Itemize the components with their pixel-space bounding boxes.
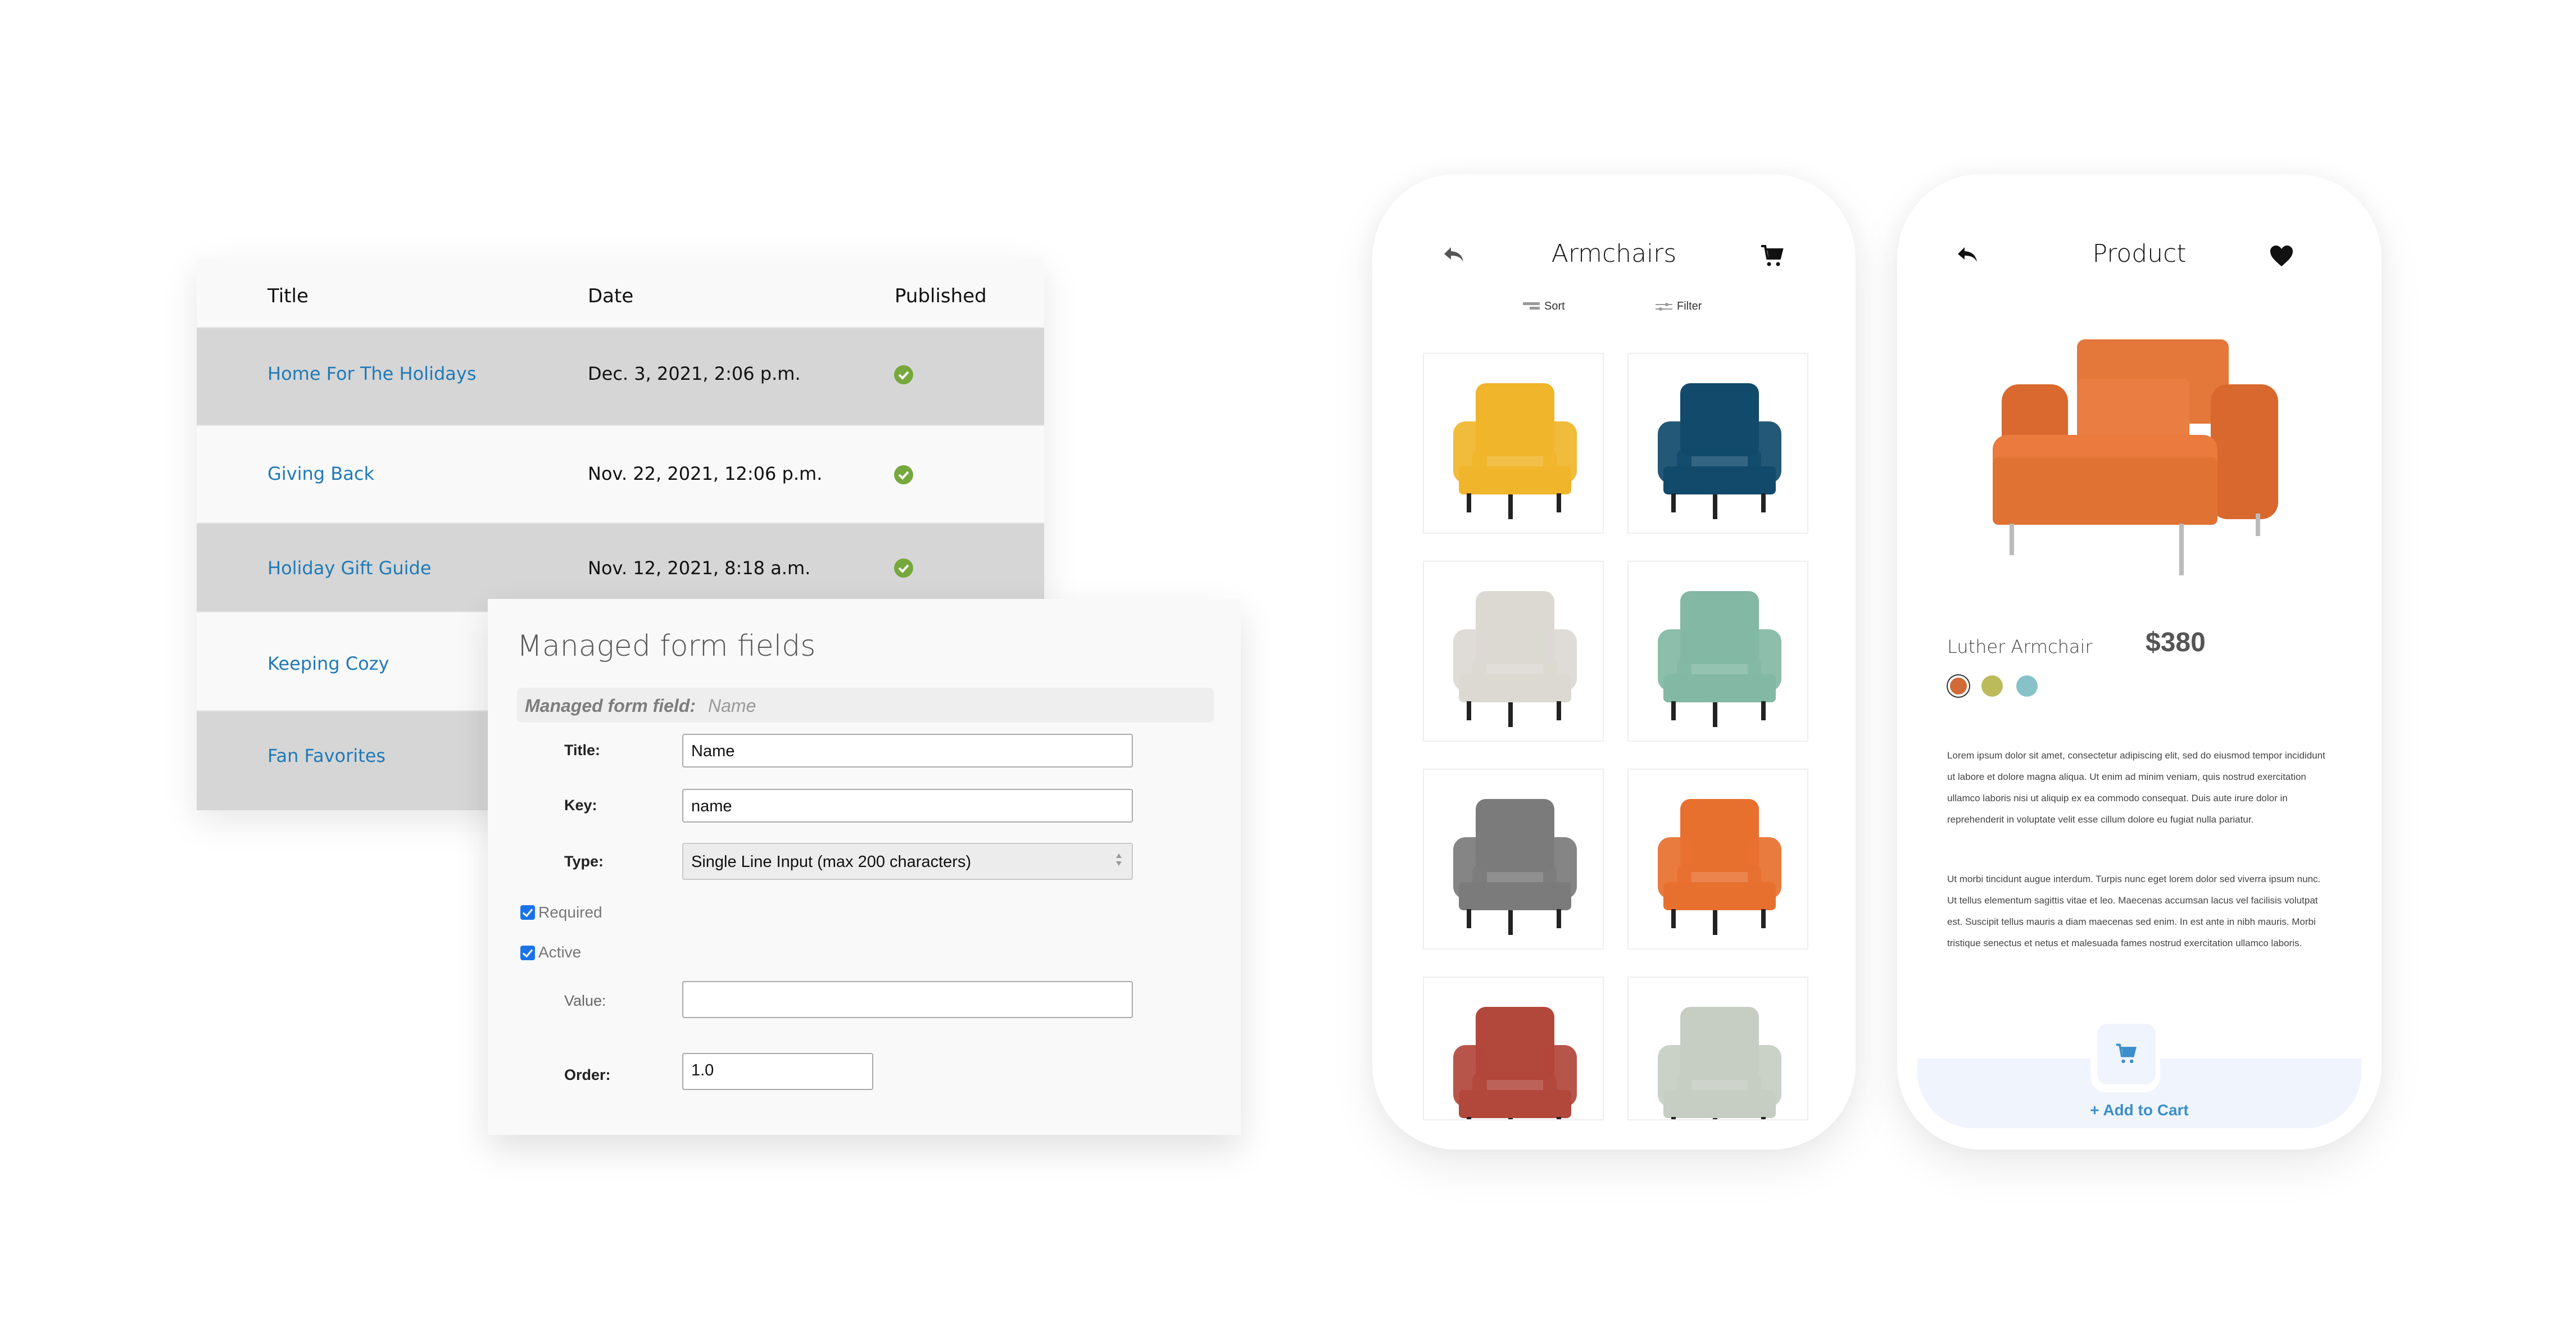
type-select-value: Single Line Input (max 200 characters): [691, 853, 972, 871]
object-name: Name: [708, 696, 756, 716]
post-title-link[interactable]: Giving Back: [267, 463, 374, 484]
active-checkbox[interactable]: [520, 946, 535, 960]
filter-label: Filter: [1677, 300, 1702, 312]
color-swatch[interactable]: [2016, 675, 2038, 697]
screen-title: Product: [2092, 239, 2187, 268]
cart-icon[interactable]: [1759, 243, 1786, 270]
product-tile[interactable]: [1423, 561, 1604, 742]
value-label: Value:: [564, 992, 606, 1009]
title-label: Title:: [564, 742, 601, 759]
cart-icon: [2116, 1043, 2137, 1064]
screen-title: Armchairs: [1551, 239, 1677, 268]
column-header-title[interactable]: Title: [267, 285, 309, 307]
cart-button[interactable]: [2097, 1024, 2156, 1084]
type-label: Type:: [564, 853, 604, 870]
value-input[interactable]: [682, 981, 1133, 1018]
product-phone: Product Luther Armchair $380 Lorem ipsum…: [1897, 174, 2382, 1150]
reply-arrow-icon[interactable]: [1441, 240, 1468, 267]
armchair-image: [1453, 799, 1577, 935]
required-label: Required: [538, 903, 602, 921]
armchair-image: [1658, 799, 1781, 935]
armchair-image: [1658, 383, 1781, 519]
filter-sliders-icon: [1656, 303, 1672, 311]
color-swatch[interactable]: [1981, 675, 2003, 697]
type-select[interactable]: Single Line Input (max 200 characters): [682, 843, 1133, 880]
product-price: $380: [2146, 628, 2206, 657]
armchair-image: [1453, 1007, 1577, 1119]
post-date: Nov. 12, 2021, 8:18 a.m.: [588, 557, 811, 579]
product-image: [1993, 339, 2278, 575]
check-circle-icon: [894, 558, 913, 578]
order-input-value: 1.0: [691, 1061, 714, 1079]
description-paragraph: Lorem ipsum dolor sit amet, consectetur …: [1947, 750, 2325, 825]
post-title-link[interactable]: Holiday Gift Guide: [267, 557, 432, 579]
post-title-link[interactable]: Home For The Holidays: [267, 363, 476, 384]
product-tile[interactable]: [1627, 977, 1808, 1120]
table-row: Home For The Holidays Dec. 3, 2021, 2:06…: [197, 327, 1044, 426]
managed-form-fields-panel: Managed form fields Managed form field: …: [488, 599, 1241, 1135]
sort-label: Sort: [1544, 300, 1565, 312]
object-header: Managed form field: Name: [517, 688, 1214, 723]
key-input-value: name: [691, 797, 732, 815]
check-circle-icon: [894, 365, 913, 384]
post-date: Nov. 22, 2021, 12:06 p.m.: [588, 463, 823, 484]
table-row: Giving Back Nov. 22, 2021, 12:06 p.m.: [197, 425, 1044, 524]
title-input-value: Name: [691, 742, 735, 760]
armchair-image: [1658, 591, 1781, 727]
active-label: Active: [538, 943, 582, 961]
check-circle-icon: [894, 465, 913, 484]
product-tile[interactable]: [1423, 977, 1604, 1120]
table-header: Title Date Published: [197, 258, 1044, 327]
order-label: Order:: [564, 1066, 611, 1083]
armchair-image: [1453, 591, 1577, 727]
post-title-link[interactable]: Keeping Cozy: [267, 653, 389, 674]
column-header-published[interactable]: Published: [895, 285, 987, 307]
heart-icon[interactable]: [2268, 243, 2295, 270]
product-tile[interactable]: [1423, 769, 1604, 950]
product-tile[interactable]: [1423, 353, 1604, 534]
key-input[interactable]: name: [682, 789, 1133, 823]
title-input[interactable]: Name: [682, 734, 1133, 768]
post-date: Dec. 3, 2021, 2:06 p.m.: [588, 363, 801, 384]
color-swatch[interactable]: [1950, 678, 1967, 694]
required-checkbox[interactable]: [520, 905, 535, 920]
select-arrows-icon: [1116, 853, 1122, 866]
product-tile[interactable]: [1627, 561, 1808, 742]
reply-arrow-icon[interactable]: [1954, 240, 1981, 267]
catalog-phone: Armchairs Sort Filter: [1372, 174, 1856, 1150]
product-tile[interactable]: [1627, 353, 1808, 534]
post-title-link[interactable]: Fan Favorites: [267, 745, 386, 766]
armchair-image: [1453, 383, 1577, 519]
description-paragraph: Ut morbi tincidunt augue interdum. Turpi…: [1947, 874, 2321, 948]
sort-icon: [1523, 302, 1540, 310]
key-label: Key:: [564, 797, 597, 814]
column-header-date[interactable]: Date: [588, 285, 633, 307]
product-tile[interactable]: [1627, 769, 1808, 950]
product-name: Luther Armchair: [1947, 636, 2093, 657]
object-label: Managed form field:: [525, 696, 696, 716]
add-to-cart-button[interactable]: + Add to Cart: [1897, 1101, 2382, 1119]
panel-title: Managed form fields: [517, 629, 816, 663]
order-input[interactable]: 1.0: [682, 1053, 873, 1090]
armchair-image: [1658, 1007, 1781, 1119]
